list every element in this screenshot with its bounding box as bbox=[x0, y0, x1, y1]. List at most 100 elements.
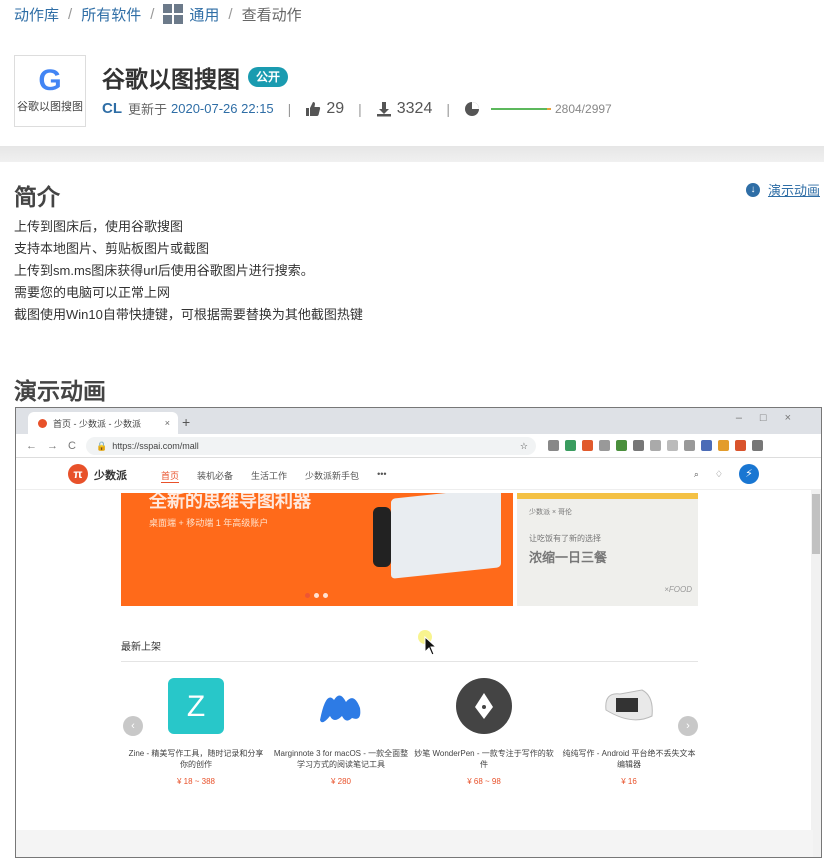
pi-icon: π bbox=[68, 464, 88, 484]
pen-nib-icon bbox=[456, 678, 512, 734]
intro-text: 上传到图床后，使用谷歌搜图 支持本地图片、剪贴板图片或截图 上传到sm.ms图床… bbox=[14, 216, 363, 326]
intro-line: 上传到sm.ms图床获得url后使用谷歌图片进行搜索。 bbox=[14, 263, 314, 278]
usage-progress-bar bbox=[490, 107, 551, 110]
person-illustration bbox=[373, 507, 391, 567]
product-card: Marginnote 3 for macOS - 一款全面整学习方式的阅读笔记工… bbox=[271, 678, 411, 787]
product-name: Zine - 精美写作工具，随时记录和分享你的创作 bbox=[128, 749, 264, 769]
newest-heading: 最新上架 bbox=[121, 642, 161, 653]
banner-left-title: 全新的思维导图利器 bbox=[149, 493, 311, 511]
browser-tab-title: 首页 - 少数派 - 少数派 bbox=[53, 418, 141, 429]
google-icon: G bbox=[38, 64, 62, 97]
usage-ratio: 2804/2997 bbox=[554, 101, 612, 116]
site-nav-item: 少数派新手包 bbox=[305, 471, 360, 481]
nav-arrows-icon: ←→C bbox=[26, 439, 86, 452]
author-link[interactable]: CL bbox=[102, 100, 122, 117]
breadcrumb-separator: / bbox=[68, 5, 73, 23]
site-favicon bbox=[38, 418, 47, 428]
product-card: 妙笔 WonderPen - 一款专注于写作的软件 ¥ 68 ~ 98 bbox=[414, 678, 554, 787]
thumbs-up-icon bbox=[306, 101, 321, 116]
product-price: ¥ 280 bbox=[330, 777, 352, 786]
banner-right-brand: 少数派 × 哥伦 bbox=[529, 509, 572, 516]
site-nav-item: ••• bbox=[377, 469, 387, 479]
product-price: ¥ 68 ~ 98 bbox=[467, 777, 501, 786]
bolt-icon: ⚡ bbox=[739, 464, 759, 484]
download-stat[interactable]: 3324 bbox=[376, 100, 432, 118]
bell-icon: ♢ bbox=[714, 468, 723, 479]
grid-icon bbox=[163, 4, 184, 24]
site-nav-item: 首页 bbox=[161, 471, 180, 483]
breadcrumb-action-library[interactable]: 动作库 bbox=[14, 4, 59, 25]
breadcrumb-separator: / bbox=[228, 5, 233, 23]
site-header-tools: ⌕ ♢ ⚡ bbox=[694, 464, 759, 484]
breadcrumb-general[interactable]: 通用 bbox=[163, 4, 219, 25]
newest-divider bbox=[121, 661, 698, 662]
site-name: 少数派 bbox=[94, 470, 127, 482]
breadcrumb: 动作库 / 所有软件 / 通用 / 查看动作 bbox=[14, 4, 302, 24]
updated-date: 2020-07-26 22:15 bbox=[171, 101, 274, 116]
banner-left: 全新的思维导图利器 桌面端 + 移动端 1 年高级账户 bbox=[121, 493, 513, 606]
banner-right-strip bbox=[517, 493, 698, 499]
meta-divider: | bbox=[287, 100, 292, 117]
meta-divider: | bbox=[446, 100, 450, 117]
demo-animation-image: 首页 - 少数派 - 少数派 × + –□× ←→C 🔒 https://ssp… bbox=[15, 407, 822, 858]
meta-divider: | bbox=[358, 100, 362, 117]
action-meta: CL 更新于 2020-07-26 22:15 | 29 | 3324 | 28… bbox=[102, 99, 612, 118]
search-icon: ⌕ bbox=[693, 468, 699, 479]
banner-right-line2: 浓缩一日三餐 bbox=[529, 550, 608, 565]
section-divider bbox=[0, 146, 824, 162]
usage-stat: 2804/2997 bbox=[464, 101, 612, 117]
lock-icon: 🔒 bbox=[96, 440, 108, 451]
like-stat[interactable]: 29 bbox=[305, 100, 344, 118]
product-list: Z Zine - 精美写作工具，随时记录和分享你的创作 ¥ 18 ~ 388 M… bbox=[121, 678, 698, 808]
site-nav: 首页 装机必备 生活工作 少数派新手包 ••• bbox=[161, 469, 405, 483]
browser-tabbar: 首页 - 少数派 - 少数派 × + –□× bbox=[16, 408, 821, 434]
product-name: 妙笔 WonderPen - 一款专注于写作的软件 bbox=[414, 749, 554, 769]
pie-chart-icon bbox=[464, 101, 479, 116]
action-header: G 谷歌以图搜图 谷歌以图搜图 公开 CL 更新于 2020-07-26 22:… bbox=[14, 55, 814, 127]
intro-line: 支持本地图片、剪贴板图片或截图 bbox=[14, 241, 210, 256]
breadcrumb-general-label: 通用 bbox=[189, 6, 220, 24]
extension-icons bbox=[548, 440, 769, 451]
demo-heading: 演示动画 bbox=[14, 378, 106, 404]
star-icon: ☆ bbox=[519, 440, 528, 451]
banner-right-line1: 让吃饭有了新的选择 bbox=[529, 534, 601, 543]
browser-tab: 首页 - 少数派 - 少数派 × bbox=[28, 412, 178, 434]
breadcrumb-separator: / bbox=[150, 5, 155, 23]
visibility-badge: 公开 bbox=[248, 67, 289, 87]
site-header: π 少数派 首页 装机必备 生活工作 少数派新手包 ••• ⌕ ♢ ⚡ bbox=[16, 458, 821, 490]
browser-scrollbar-thumb bbox=[812, 494, 820, 554]
demo-anchor-link[interactable]: ↓ 演示动画 bbox=[745, 180, 820, 199]
banner-left-subtitle: 桌面端 + 移动端 1 年高级账户 bbox=[149, 518, 269, 528]
site-nav-item: 生活工作 bbox=[251, 471, 288, 481]
product-card: Z Zine - 精美写作工具，随时记录和分享你的创作 ¥ 18 ~ 388 bbox=[126, 678, 266, 787]
demo-anchor-label: 演示动画 bbox=[767, 183, 820, 198]
page-title-text: 谷歌以图搜图 bbox=[102, 66, 240, 92]
product-name: Marginnote 3 for macOS - 一款全面整学习方式的阅读笔记工… bbox=[273, 749, 409, 769]
monitor-illustration bbox=[391, 493, 501, 579]
page-title: 谷歌以图搜图 公开 bbox=[102, 60, 289, 94]
intro-line: 截图使用Win10自带快捷键，可根据需要替换为其他截图热键 bbox=[14, 307, 363, 322]
banner-right: 少数派 × 哥伦 让吃饭有了新的选择 浓缩一日三餐 ×FOOD bbox=[517, 493, 698, 606]
marginnote-icon bbox=[313, 678, 369, 734]
mouse-cursor-icon bbox=[424, 636, 438, 656]
app-logo: G 谷歌以图搜图 bbox=[14, 55, 86, 127]
intro-line: 需要您的电脑可以正常上网 bbox=[14, 285, 171, 300]
address-url: https://sspai.com/mall bbox=[112, 441, 199, 451]
product-name: 纯纯写作 - Android 平台绝不丢失文本编辑器 bbox=[562, 749, 696, 769]
breadcrumb-all-software[interactable]: 所有软件 bbox=[81, 4, 141, 25]
zine-icon: Z bbox=[168, 678, 224, 734]
product-price: ¥ 18 ~ 388 bbox=[176, 777, 216, 786]
breadcrumb-current: 查看动作 bbox=[241, 6, 302, 24]
close-icon: × bbox=[164, 418, 170, 428]
browser-toolbar: ←→C 🔒 https://sspai.com/mall ☆ bbox=[16, 434, 821, 458]
arrow-down-circle-icon: ↓ bbox=[745, 182, 760, 197]
product-card: 纯纯写作 - Android 平台绝不丢失文本编辑器 ¥ 16 bbox=[559, 678, 699, 787]
intro-heading: 简介 bbox=[14, 184, 60, 210]
product-price: ¥ 16 bbox=[621, 777, 637, 786]
window-controls: –□× bbox=[735, 412, 809, 424]
banner-right-tag: ×FOOD bbox=[664, 585, 692, 594]
site-nav-item: 装机必备 bbox=[197, 471, 234, 481]
address-bar: 🔒 https://sspai.com/mall ☆ bbox=[86, 437, 536, 455]
plus-icon: + bbox=[182, 414, 191, 430]
typewriter-icon bbox=[601, 678, 657, 734]
